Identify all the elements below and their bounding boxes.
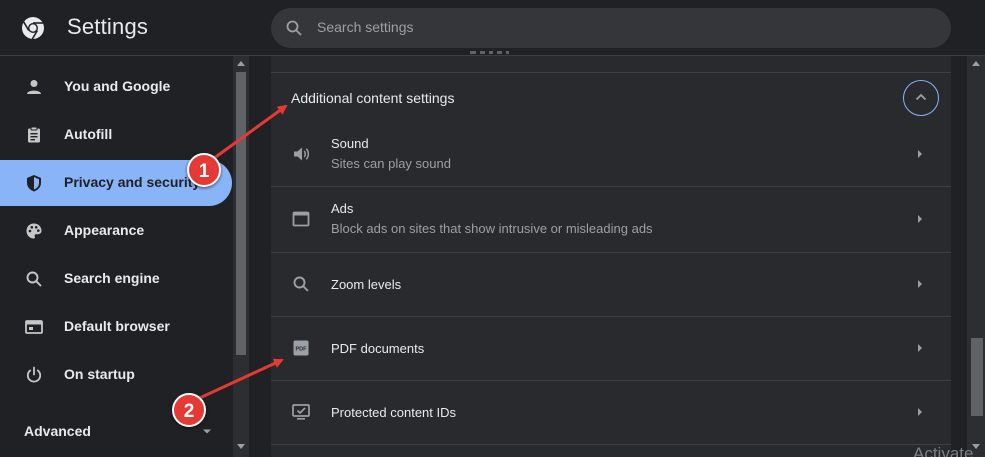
- row-title: Ads: [331, 201, 354, 216]
- row-title: Zoom levels: [331, 277, 402, 292]
- monitor-check-icon: [292, 404, 310, 420]
- divider: [271, 72, 951, 73]
- search-placeholder[interactable]: Search settings: [317, 19, 414, 35]
- arrow-right-icon: [918, 280, 922, 288]
- sidebar-item-default-browser[interactable]: Default browser: [0, 304, 232, 350]
- row-title: Sound: [331, 136, 369, 151]
- zoom-levels-row[interactable]: Zoom levels: [271, 253, 951, 316]
- additional-content-settings-heading[interactable]: Additional content settings: [291, 90, 454, 106]
- sidebar-item-label: Default browser: [64, 318, 170, 334]
- sidebar-item-label: Autofill: [64, 126, 113, 142]
- sidebar-advanced-toggle[interactable]: Advanced: [24, 423, 91, 439]
- sound-settings-row[interactable]: Sound Sites can play sound: [271, 122, 951, 186]
- browser-window-icon: [25, 320, 43, 334]
- arrow-right-icon: [918, 344, 922, 352]
- collapse-section-button[interactable]: [903, 80, 939, 116]
- chevron-up-icon: [915, 93, 927, 101]
- chrome-logo-icon: [22, 17, 44, 40]
- divider: [271, 444, 951, 445]
- main-scrollbar-thumb[interactable]: [971, 338, 983, 416]
- row-title: Protected content IDs: [331, 405, 457, 420]
- main-scroll-up-arrow[interactable]: [972, 61, 980, 66]
- sidebar-item-label: On startup: [64, 366, 135, 382]
- arrow-right-icon: [918, 408, 922, 416]
- person-icon: [27, 80, 41, 94]
- annotation-badge-label: 1: [198, 161, 210, 182]
- power-icon: [26, 366, 42, 383]
- ads-window-icon: [292, 211, 310, 227]
- protected-content-ids-row[interactable]: Protected content IDs: [271, 381, 951, 444]
- arrow-right-icon: [918, 215, 922, 223]
- sidebar-item-you-and-google[interactable]: You and Google: [0, 64, 232, 110]
- annotation-badge-1: 1: [187, 153, 221, 187]
- top-bar: Settings Search settings: [0, 0, 985, 56]
- sidebar-scroll-down-arrow[interactable]: [237, 444, 245, 449]
- arrow-right-icon: [918, 150, 922, 158]
- ads-settings-row[interactable]: Ads Block ads on sites that show intrusi…: [271, 187, 951, 251]
- activate-windows-watermark: Activate: [913, 444, 974, 457]
- sidebar-scroll-up-arrow[interactable]: [237, 61, 245, 66]
- chevron-down-icon[interactable]: [202, 428, 212, 435]
- row-subtitle: Sites can play sound: [331, 156, 451, 171]
- search-icon: [26, 271, 42, 287]
- shield-icon: [27, 175, 41, 192]
- page-title: Settings: [67, 14, 149, 39]
- sidebar-item-appearance[interactable]: Appearance: [0, 208, 232, 254]
- sidebar-item-label: Appearance: [64, 222, 145, 238]
- palette-icon: [26, 223, 42, 239]
- sidebar-item-label: Privacy and security: [64, 174, 201, 190]
- sidebar-item-label: You and Google: [64, 78, 171, 94]
- pdf-icon: PDF: [293, 340, 309, 356]
- sidebar-item-on-startup[interactable]: On startup: [0, 352, 232, 398]
- scrolled-off-text-fragment: [470, 51, 509, 54]
- annotation-badge-2: 2: [172, 393, 206, 427]
- search-settings-field[interactable]: Search settings: [271, 8, 951, 48]
- row-subtitle: Block ads on sites that show intrusive o…: [331, 221, 653, 236]
- speaker-icon: [294, 147, 310, 161]
- search-icon: [286, 20, 302, 36]
- sidebar-item-autofill[interactable]: Autofill: [0, 112, 232, 158]
- sidebar-item-label: Search engine: [64, 270, 160, 286]
- zoom-icon: [293, 276, 309, 292]
- pdf-documents-row[interactable]: PDF PDF documents: [271, 317, 951, 380]
- row-title: PDF documents: [331, 341, 425, 356]
- sidebar-item-search-engine[interactable]: Search engine: [0, 256, 232, 302]
- annotation-badge-label: 2: [183, 401, 195, 422]
- sidebar-scrollbar-thumb[interactable]: [236, 72, 246, 355]
- clipboard-icon: [28, 126, 40, 143]
- svg-text:PDF: PDF: [296, 347, 308, 353]
